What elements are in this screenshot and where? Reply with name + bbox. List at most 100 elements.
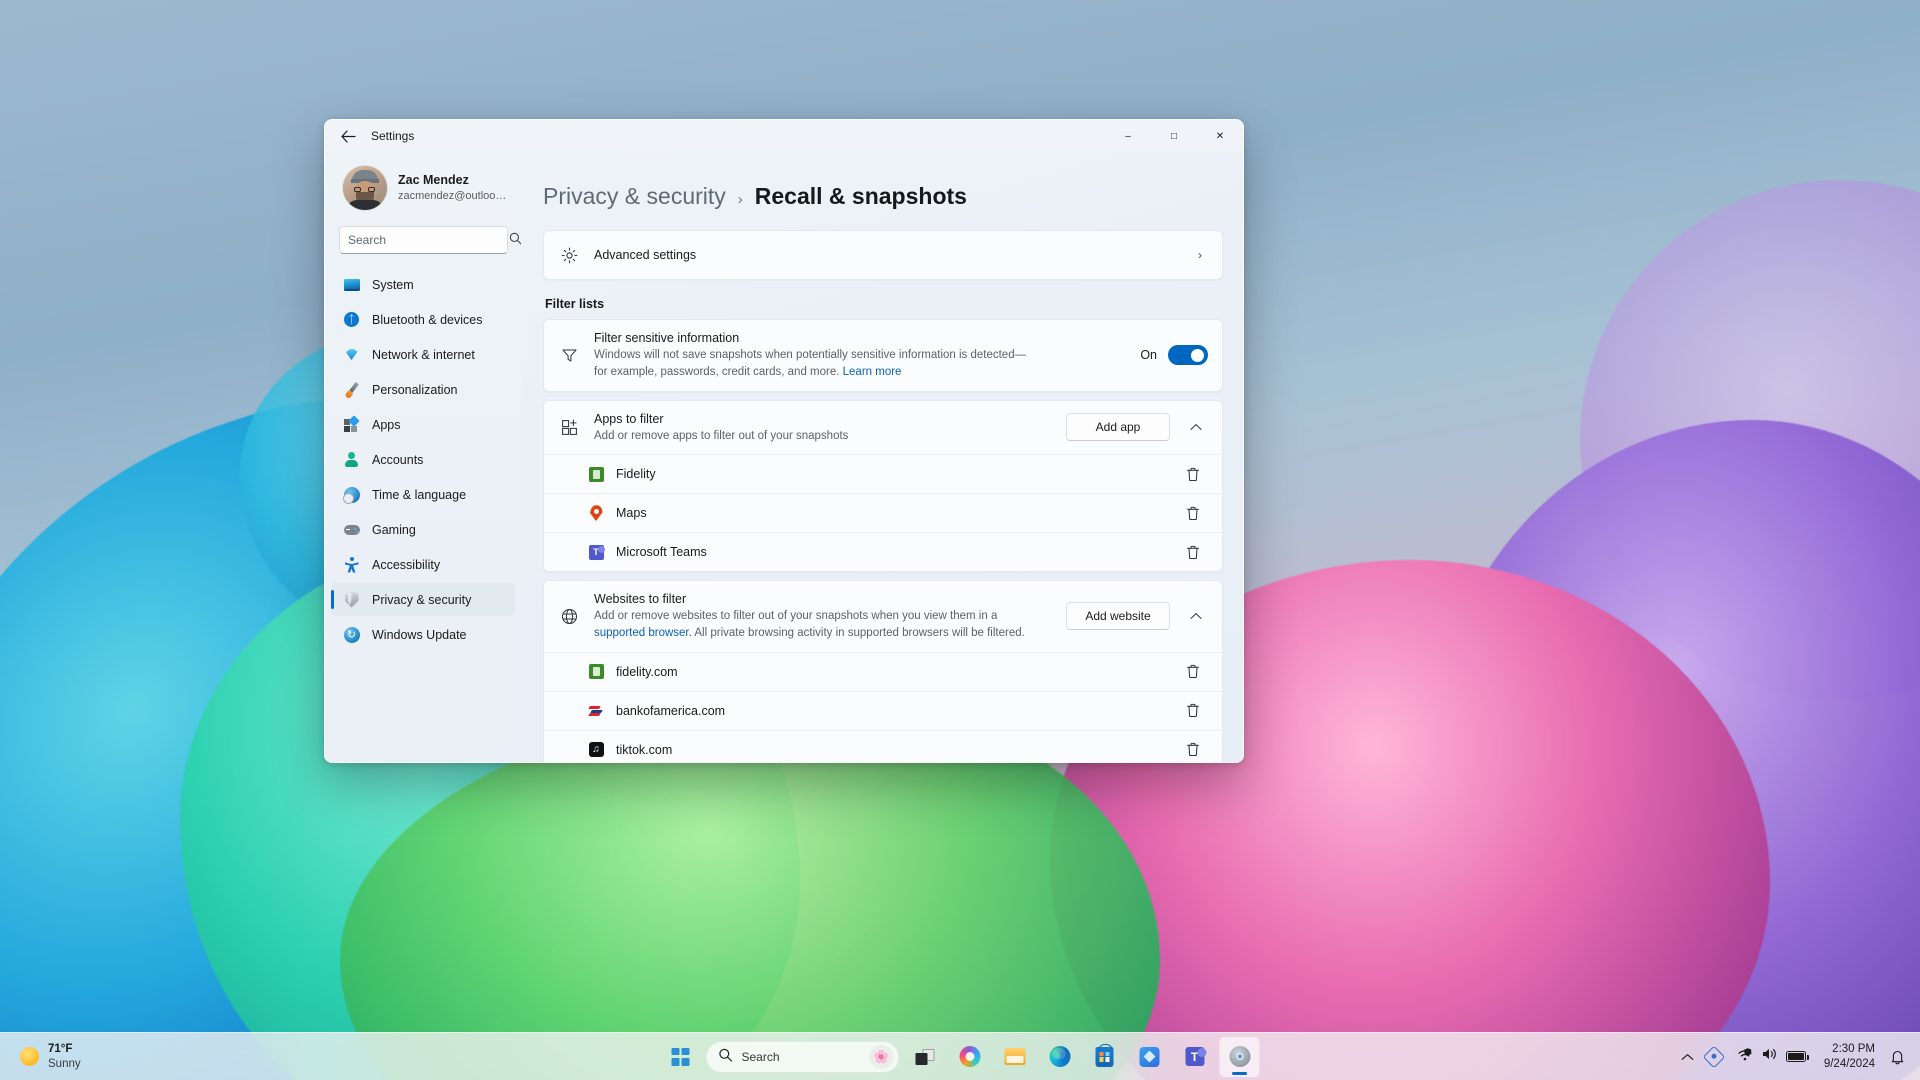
sidebar-item-label: System xyxy=(372,277,414,292)
copilot-button[interactable] xyxy=(950,1037,990,1077)
tray-status-group[interactable] xyxy=(1729,1039,1814,1075)
weather-widget[interactable]: 71°F Sunny xyxy=(6,1037,93,1077)
file-explorer-button[interactable] xyxy=(995,1037,1035,1077)
list-item[interactable]: Fidelity xyxy=(544,454,1222,493)
supported-browser-link[interactable]: supported browser. xyxy=(594,627,692,639)
accessibility-icon xyxy=(343,556,360,573)
trash-icon[interactable] xyxy=(1178,737,1208,762)
chevron-up-icon[interactable] xyxy=(1676,1039,1699,1075)
filter-lists-heading: Filter lists xyxy=(545,297,605,311)
lotus-icon[interactable]: 🌸 xyxy=(869,1044,894,1069)
list-item[interactable]: bankofamerica.com xyxy=(544,690,1222,730)
maps-pin-icon xyxy=(588,505,604,521)
sidebar-item-network-internet[interactable]: Network & internet xyxy=(331,338,515,371)
back-arrow-icon[interactable] xyxy=(333,123,363,149)
folder-icon xyxy=(1004,1048,1025,1065)
sidebar-item-privacy-security[interactable]: Privacy & security xyxy=(331,583,515,616)
chevron-up-icon[interactable] xyxy=(1184,416,1208,438)
weather-condition: Sunny xyxy=(48,1057,81,1070)
close-button[interactable]: ✕ xyxy=(1197,120,1243,152)
clock-globe-icon xyxy=(342,486,360,504)
sidebar: Zac Mendez zacmendez@outlook.com System … xyxy=(325,152,521,762)
update-icon xyxy=(343,626,360,643)
advanced-settings-row[interactable]: Advanced settings › xyxy=(544,231,1222,279)
trash-icon[interactable] xyxy=(1178,539,1208,565)
websites-to-filter-desc-2: All private browsing activity in support… xyxy=(691,627,1025,640)
trash-icon[interactable] xyxy=(1178,698,1208,724)
search-box[interactable] xyxy=(339,226,521,254)
filter-sensitive-toggle[interactable] xyxy=(1168,345,1208,366)
sidebar-item-apps[interactable]: Apps xyxy=(331,408,515,441)
sidebar-item-label: Accounts xyxy=(372,452,424,467)
microsoft-365-button[interactable] xyxy=(1130,1037,1170,1077)
window-title: Settings xyxy=(371,129,415,143)
breadcrumb-parent[interactable]: Privacy & security xyxy=(543,183,726,210)
list-item[interactable]: Maps xyxy=(544,493,1222,532)
add-app-button[interactable]: Add app xyxy=(1066,413,1170,442)
sidebar-item-system[interactable]: System xyxy=(331,268,515,301)
trash-icon[interactable] xyxy=(1178,500,1208,526)
clock[interactable]: 2:30 PM 9/24/2024 xyxy=(1816,1042,1883,1072)
website-name: bankofamerica.com xyxy=(616,703,726,718)
breadcrumb: Privacy & security › Recall & snapshots xyxy=(543,152,1223,230)
sidebar-item-time-language[interactable]: Time & language xyxy=(331,478,515,511)
add-website-button[interactable]: Add website xyxy=(1066,602,1170,631)
websites-to-filter-title: Websites to filter xyxy=(594,592,687,606)
sidebar-item-accounts[interactable]: Accounts xyxy=(331,443,515,476)
content-pane: Privacy & security › Recall & snapshots … xyxy=(521,152,1243,762)
trash-icon[interactable] xyxy=(1178,659,1208,685)
shield-icon xyxy=(343,591,360,608)
wifi-secure-icon xyxy=(1737,1047,1755,1067)
apps-grid-icon xyxy=(343,415,360,433)
taskbar-search[interactable]: Search 🌸 xyxy=(705,1040,900,1073)
edge-button[interactable] xyxy=(1040,1037,1080,1077)
sidebar-item-personalization[interactable]: Personalization xyxy=(331,373,515,406)
wifi-icon xyxy=(343,346,360,363)
person-icon xyxy=(343,451,360,468)
filter-sensitive-desc-2: for example, passwords, credit cards, an… xyxy=(594,366,840,379)
sidebar-item-windows-update[interactable]: Windows Update xyxy=(331,618,515,651)
sidebar-item-bluetooth-devices[interactable]: ᛏ Bluetooth & devices xyxy=(331,303,515,336)
list-item[interactable]: ♫ tiktok.com xyxy=(544,729,1222,762)
sidebar-item-label: Personalization xyxy=(372,382,458,397)
store-icon xyxy=(1095,1043,1114,1067)
apps-filter-icon xyxy=(558,419,580,436)
settings-taskbar-button[interactable] xyxy=(1219,1036,1260,1077)
sidebar-item-accessibility[interactable]: Accessibility xyxy=(331,548,515,581)
search-input[interactable] xyxy=(348,233,503,247)
taskbar: 71°F Sunny Search 🌸 T 2:30 PM 9/24/2024 xyxy=(0,1032,1920,1080)
start-button[interactable] xyxy=(661,1037,701,1077)
speaker-icon xyxy=(1762,1047,1779,1066)
list-item[interactable]: T Microsoft Teams xyxy=(544,532,1222,571)
windows-start-icon xyxy=(671,1047,690,1066)
store-button[interactable] xyxy=(1085,1037,1125,1077)
search-icon xyxy=(719,1048,733,1065)
advanced-settings-card: Advanced settings › xyxy=(543,230,1223,280)
minimize-button[interactable]: – xyxy=(1105,120,1151,152)
chevron-up-icon[interactable] xyxy=(1184,605,1208,627)
account-tile[interactable]: Zac Mendez zacmendez@outlook.com xyxy=(329,152,517,220)
clock-time: 2:30 PM xyxy=(1832,1042,1875,1055)
sidebar-item-gaming[interactable]: Gaming xyxy=(331,513,515,546)
learn-more-link[interactable]: Learn more xyxy=(843,366,902,378)
sidebar-item-label: Gaming xyxy=(372,522,416,537)
teams-icon: T xyxy=(1185,1047,1206,1066)
avatar xyxy=(343,166,387,210)
list-item[interactable]: fidelity.com xyxy=(544,651,1222,691)
page-title: Recall & snapshots xyxy=(754,183,967,209)
task-view-button[interactable] xyxy=(905,1037,945,1077)
website-name: tiktok.com xyxy=(616,742,673,757)
gear-icon xyxy=(558,247,580,264)
teams-button[interactable]: T xyxy=(1175,1037,1215,1077)
websites-to-filter-header: Websites to filter Add or remove website… xyxy=(544,581,1222,652)
system-tray: 2:30 PM 9/24/2024 xyxy=(1676,1033,1920,1080)
copilot-tray-icon[interactable] xyxy=(1701,1039,1727,1075)
websites-to-filter-desc-1: Add or remove websites to filter out of … xyxy=(594,610,998,623)
trash-icon[interactable] xyxy=(1178,461,1208,487)
bell-icon[interactable] xyxy=(1885,1039,1910,1075)
chevron-right-icon[interactable]: › xyxy=(1192,244,1208,266)
fidelity-icon xyxy=(588,466,604,482)
monitor-icon xyxy=(343,276,360,293)
maximize-button[interactable]: □ xyxy=(1151,120,1197,152)
sidebar-nav: System ᛏ Bluetooth & devices Network & i… xyxy=(329,268,517,651)
